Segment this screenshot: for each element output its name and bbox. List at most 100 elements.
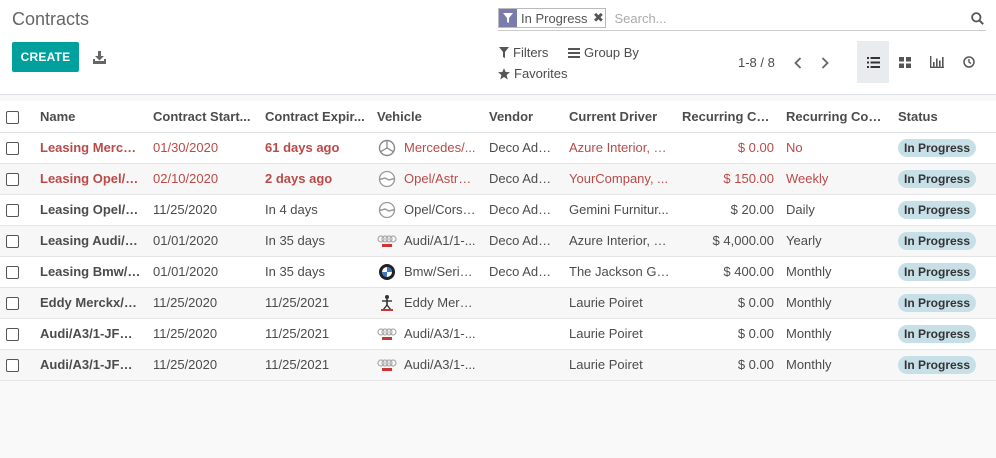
row-checkbox[interactable] xyxy=(6,266,19,280)
row-checkbox-cell[interactable] xyxy=(0,349,34,381)
cell-recurring-cost[interactable]: $ 0.00 xyxy=(676,349,780,381)
cell-recurring-cost-frequency[interactable]: Weekly xyxy=(780,163,892,195)
close-icon[interactable]: ✖ xyxy=(591,9,605,27)
cell-recurring-cost[interactable]: $ 4,000.00 xyxy=(676,225,780,257)
cell-name[interactable]: Audi/A3/1-JFC-... xyxy=(34,318,147,350)
search-icon[interactable] xyxy=(968,9,986,27)
cell-vehicle[interactable]: Mercedes/... xyxy=(371,132,483,164)
row-checkbox[interactable] xyxy=(6,328,19,342)
row-checkbox-cell[interactable] xyxy=(0,194,34,226)
cell-vehicle[interactable]: Audi/A3/1-... xyxy=(371,318,483,350)
column-header-current-driver[interactable]: Current Driver xyxy=(563,101,676,133)
row-checkbox-cell[interactable] xyxy=(0,318,34,350)
group-by-button[interactable]: Group By xyxy=(568,45,639,60)
cell-name[interactable]: Leasing Merced... xyxy=(34,132,147,164)
cell-status[interactable]: In Progress xyxy=(892,132,996,164)
cell-status[interactable]: In Progress xyxy=(892,225,996,257)
cell-vehicle[interactable]: Eddy Merck... xyxy=(371,287,483,319)
cell-name[interactable]: Leasing Audi/A... xyxy=(34,225,147,257)
cell-vendor[interactable]: Deco Addict xyxy=(483,132,563,164)
table-row[interactable]: Leasing Bmw/S... 01/01/2020 In 35 days Bmw/… xyxy=(0,256,996,288)
cell-status[interactable]: In Progress xyxy=(892,163,996,195)
table-row[interactable]: Leasing Merced... 01/30/2020 61 days ago Me… xyxy=(0,132,996,164)
cell-contract-expiration[interactable]: 11/25/2021 xyxy=(259,349,371,381)
cell-vendor[interactable]: Deco Addict xyxy=(483,225,563,257)
row-checkbox-cell[interactable] xyxy=(0,225,34,257)
cell-vehicle[interactable]: Opel/Corsa... xyxy=(371,194,483,226)
column-header-recurring-cost-frequency[interactable]: Recurring Cos... xyxy=(780,101,892,133)
cell-status[interactable]: In Progress xyxy=(892,256,996,288)
cell-contract-expiration[interactable]: In 35 days xyxy=(259,225,371,257)
row-checkbox[interactable] xyxy=(6,359,19,373)
cell-current-driver[interactable]: Laurie Poiret xyxy=(563,349,676,381)
row-checkbox-cell[interactable] xyxy=(0,163,34,195)
column-header-name[interactable]: Name xyxy=(34,101,147,133)
cell-vendor[interactable] xyxy=(483,287,563,319)
cell-recurring-cost-frequency[interactable]: Daily xyxy=(780,194,892,226)
cell-name[interactable]: Audi/A3/1-JFC-... xyxy=(34,349,147,381)
cell-contract-expiration[interactable]: In 4 days xyxy=(259,194,371,226)
cell-current-driver[interactable]: Laurie Poiret xyxy=(563,318,676,350)
table-row[interactable]: Eddy Merckx/Sa... 11/25/2020 11/25/2021 Edd… xyxy=(0,287,996,319)
cell-vendor[interactable] xyxy=(483,349,563,381)
row-checkbox-cell[interactable] xyxy=(0,256,34,288)
cell-current-driver[interactable]: YourCompany, ... xyxy=(563,163,676,195)
row-checkbox-cell[interactable] xyxy=(0,132,34,164)
cell-contract-start[interactable]: 01/01/2020 xyxy=(147,225,259,257)
table-row[interactable]: Audi/A3/1-JFC-... 11/25/2020 11/25/2021 Aud… xyxy=(0,349,996,381)
cell-current-driver[interactable]: Azure Interior, B... xyxy=(563,132,676,164)
column-header-vendor[interactable]: Vendor xyxy=(483,101,563,133)
cell-vehicle[interactable]: Audi/A3/1-... xyxy=(371,349,483,381)
cell-recurring-cost-frequency[interactable]: Monthly xyxy=(780,287,892,319)
cell-recurring-cost-frequency[interactable]: Monthly xyxy=(780,318,892,350)
row-checkbox[interactable] xyxy=(6,173,19,187)
cell-contract-start[interactable]: 11/25/2020 xyxy=(147,318,259,350)
cell-status[interactable]: In Progress xyxy=(892,287,996,319)
activity-view-button[interactable] xyxy=(953,41,985,83)
pager-value[interactable]: 1-8 / 8 xyxy=(738,55,775,70)
table-row[interactable]: Audi/A3/1-JFC-... 11/25/2020 11/25/2021 Aud… xyxy=(0,318,996,350)
create-button[interactable]: CREATE xyxy=(12,42,79,72)
cell-recurring-cost[interactable]: $ 150.00 xyxy=(676,163,780,195)
cell-current-driver[interactable]: Gemini Furnitur... xyxy=(563,194,676,226)
cell-contract-expiration[interactable]: 61 days ago xyxy=(259,132,371,164)
column-header-vehicle[interactable]: Vehicle xyxy=(371,101,483,133)
list-view-button[interactable] xyxy=(857,41,889,83)
cell-vehicle[interactable]: Opel/Astra/... xyxy=(371,163,483,195)
column-header-status[interactable]: Status xyxy=(892,101,996,133)
search-input[interactable] xyxy=(614,8,968,28)
cell-status[interactable]: In Progress xyxy=(892,318,996,350)
download-button[interactable] xyxy=(88,46,110,68)
cell-current-driver[interactable]: Laurie Poiret xyxy=(563,287,676,319)
select-all-checkbox-cell[interactable] xyxy=(0,101,34,133)
pager-next-button[interactable] xyxy=(816,53,834,73)
cell-vendor[interactable]: Deco Addict xyxy=(483,163,563,195)
cell-vendor[interactable] xyxy=(483,318,563,350)
row-checkbox[interactable] xyxy=(6,235,19,249)
column-header-recurring-cost[interactable]: Recurring Cost xyxy=(676,101,780,133)
pager-previous-button[interactable] xyxy=(789,53,807,73)
cell-contract-start[interactable]: 01/01/2020 xyxy=(147,256,259,288)
cell-recurring-cost[interactable]: $ 0.00 xyxy=(676,318,780,350)
cell-recurring-cost[interactable]: $ 20.00 xyxy=(676,194,780,226)
cell-vehicle[interactable]: Bmw/Serie ... xyxy=(371,256,483,288)
cell-name[interactable]: Eddy Merckx/Sa... xyxy=(34,287,147,319)
cell-contract-expiration[interactable]: 2 days ago xyxy=(259,163,371,195)
cell-contract-start[interactable]: 01/30/2020 xyxy=(147,132,259,164)
select-all-checkbox[interactable] xyxy=(6,110,19,124)
cell-status[interactable]: In Progress xyxy=(892,349,996,381)
column-header-contract-start[interactable]: Contract Start... xyxy=(147,101,259,133)
cell-recurring-cost-frequency[interactable]: Monthly xyxy=(780,256,892,288)
search-facet[interactable]: In Progress ✖ xyxy=(498,8,607,28)
cell-recurring-cost[interactable]: $ 0.00 xyxy=(676,287,780,319)
graph-view-button[interactable] xyxy=(921,41,953,83)
row-checkbox[interactable] xyxy=(6,297,19,311)
cell-status[interactable]: In Progress xyxy=(892,194,996,226)
cell-name[interactable]: Leasing Opel/C... xyxy=(34,194,147,226)
cell-contract-start[interactable]: 02/10/2020 xyxy=(147,163,259,195)
row-checkbox[interactable] xyxy=(6,142,19,156)
cell-recurring-cost-frequency[interactable]: Monthly xyxy=(780,349,892,381)
table-row[interactable]: Leasing Audi/A... 01/01/2020 In 35 days Aud… xyxy=(0,225,996,257)
filters-button[interactable]: Filters xyxy=(499,45,548,60)
cell-vendor[interactable]: Deco Addict xyxy=(483,194,563,226)
